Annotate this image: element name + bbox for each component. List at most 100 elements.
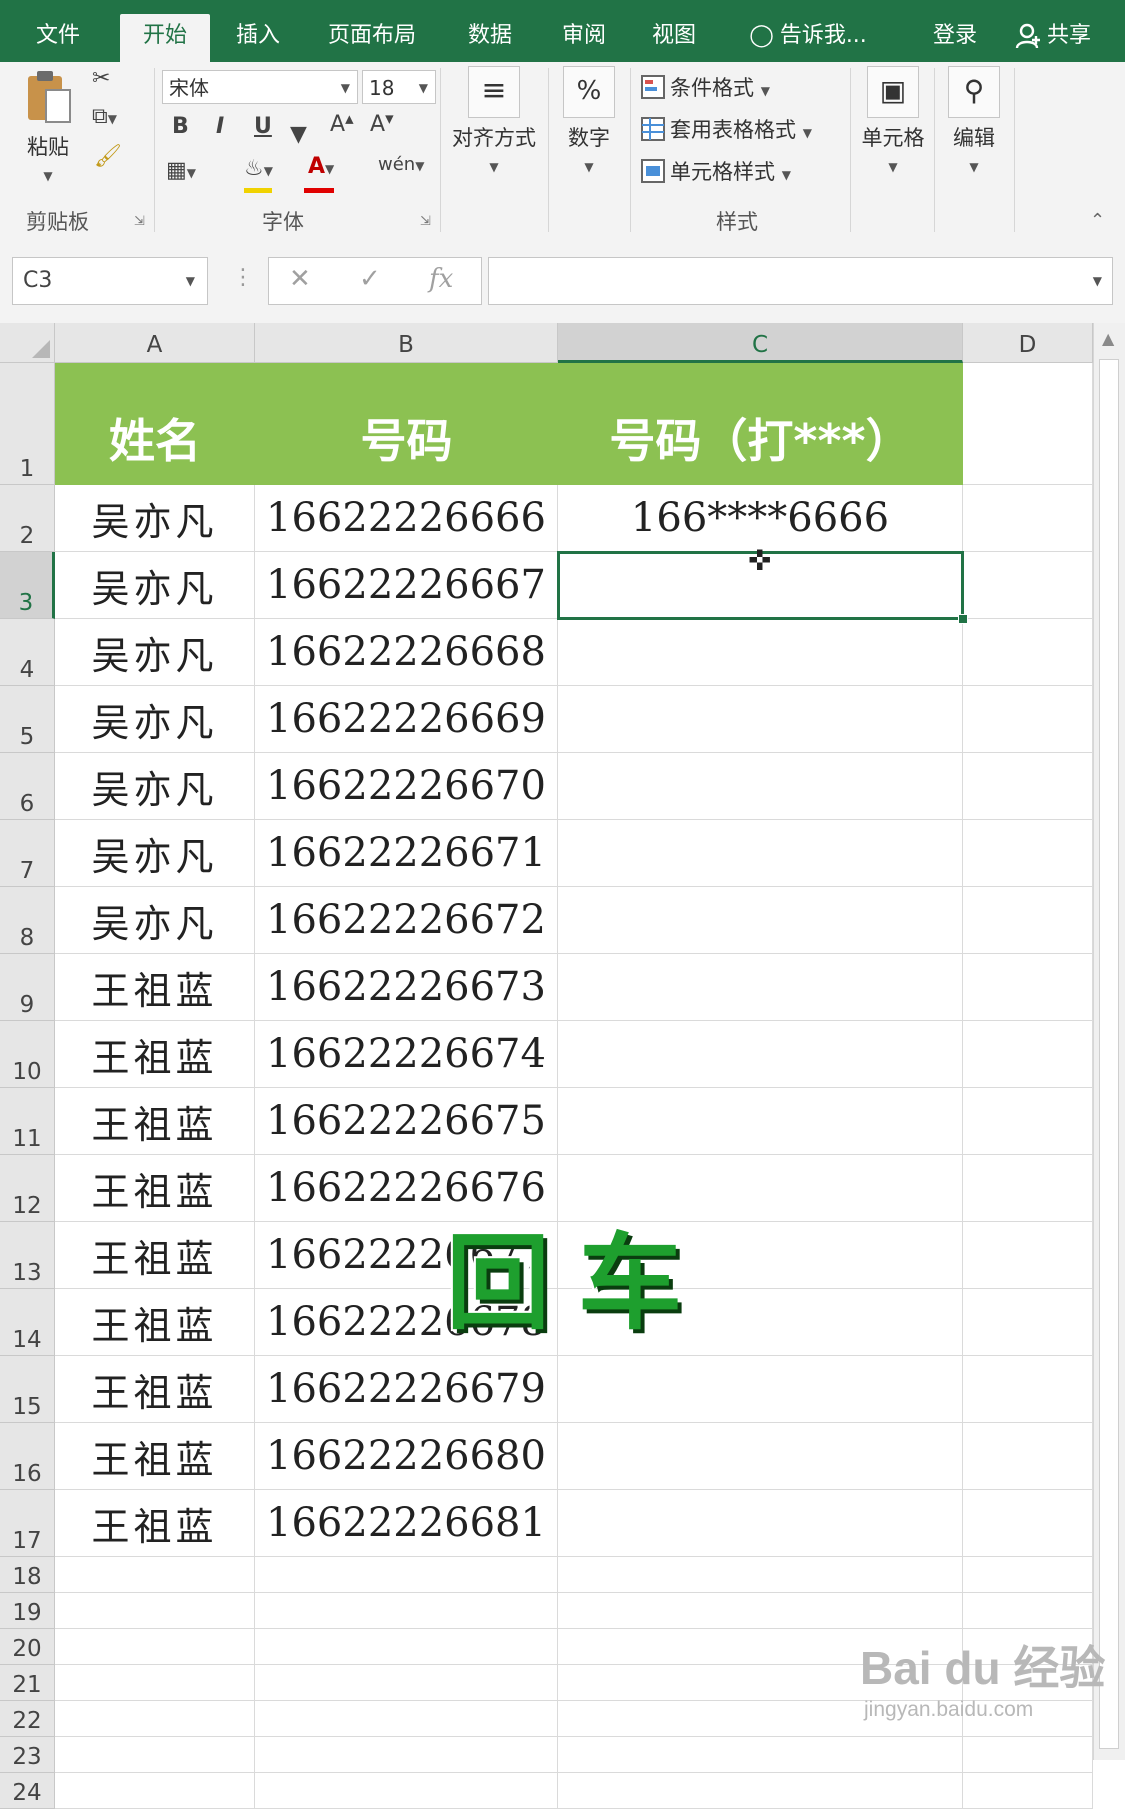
cell-d19[interactable] (963, 1593, 1093, 1629)
cell-b24[interactable] (255, 1773, 558, 1809)
cell-d23[interactable] (963, 1737, 1093, 1773)
cell-d3[interactable] (963, 552, 1093, 619)
row-header-14[interactable]: 14 (0, 1289, 55, 1356)
row-header-6[interactable]: 6 (0, 753, 55, 820)
cell-a20[interactable] (55, 1629, 255, 1665)
cell-c16[interactable] (558, 1423, 963, 1490)
cell-c9[interactable] (558, 954, 963, 1021)
cell-b1[interactable]: 号码 (255, 363, 558, 485)
cell-a14[interactable]: 王祖蓝 (55, 1289, 255, 1356)
italic-button[interactable]: I (216, 114, 224, 139)
cell-c6[interactable] (558, 753, 963, 820)
scroll-thumb[interactable] (1099, 359, 1119, 1749)
cell-a21[interactable] (55, 1665, 255, 1701)
vertical-scrollbar[interactable]: ▲ (1093, 323, 1125, 1760)
tell-me-search[interactable]: ◯ 告诉我... (738, 14, 878, 62)
row-header-8[interactable]: 8 (0, 887, 55, 954)
row-header-19[interactable]: 19 (0, 1593, 55, 1629)
cell-b18[interactable] (255, 1557, 558, 1593)
cell-b9[interactable]: 16622226673 (255, 954, 558, 1021)
cell-a6[interactable]: 吴亦凡 (55, 753, 255, 820)
row-header-4[interactable]: 4 (0, 619, 55, 686)
cell-b6[interactable]: 16622226670 (255, 753, 558, 820)
cell-a13[interactable]: 王祖蓝 (55, 1222, 255, 1289)
share-button[interactable]: 共享 (998, 14, 1108, 62)
cell-c5[interactable] (558, 686, 963, 753)
cells-button[interactable]: ▣ 单元格 ▼ (854, 66, 932, 176)
column-header-c[interactable]: C (558, 323, 963, 363)
tab-view[interactable]: 视图 (630, 14, 718, 62)
cell-a15[interactable]: 王祖蓝 (55, 1356, 255, 1423)
cell-a19[interactable] (55, 1593, 255, 1629)
cell-b3[interactable]: 16622226667 (255, 552, 558, 619)
row-header-2[interactable]: 2 (0, 485, 55, 552)
copy-icon[interactable]: ⧉▼ (92, 104, 117, 129)
cut-icon[interactable]: ✂ (92, 66, 110, 91)
cell-c15[interactable] (558, 1356, 963, 1423)
cell-b15[interactable]: 16622226679 (255, 1356, 558, 1423)
cell-a3[interactable]: 吴亦凡 (55, 552, 255, 619)
cell-d13[interactable] (963, 1222, 1093, 1289)
tab-review[interactable]: 审阅 (540, 14, 628, 62)
cell-c24[interactable] (558, 1773, 963, 1809)
select-all-corner[interactable] (0, 323, 55, 363)
insert-function-icon[interactable]: fx (429, 264, 453, 294)
tab-insert[interactable]: 插入 (218, 14, 298, 62)
cell-b5[interactable]: 16622226669 (255, 686, 558, 753)
scroll-up-icon[interactable]: ▲ (1102, 329, 1114, 348)
cell-d8[interactable] (963, 887, 1093, 954)
cell-d16[interactable] (963, 1423, 1093, 1490)
row-header-12[interactable]: 12 (0, 1155, 55, 1222)
cell-d6[interactable] (963, 753, 1093, 820)
cell-d15[interactable] (963, 1356, 1093, 1423)
grow-font-button[interactable]: A▲ (330, 112, 354, 137)
cell-d24[interactable] (963, 1773, 1093, 1809)
cell-d2[interactable] (963, 485, 1093, 552)
font-family-select[interactable]: 宋体 ▼ (162, 70, 358, 104)
cell-d14[interactable] (963, 1289, 1093, 1356)
cell-b8[interactable]: 16622226672 (255, 887, 558, 954)
cell-d17[interactable] (963, 1490, 1093, 1557)
row-header-22[interactable]: 22 (0, 1701, 55, 1737)
row-header-5[interactable]: 5 (0, 686, 55, 753)
cell-c23[interactable] (558, 1737, 963, 1773)
cell-c4[interactable] (558, 619, 963, 686)
formula-input[interactable]: ▼ (488, 257, 1113, 305)
login-link[interactable]: 登录 (920, 14, 990, 62)
number-format-button[interactable]: % 数字 ▼ (554, 66, 624, 176)
cell-c17[interactable] (558, 1490, 963, 1557)
conditional-formatting-button[interactable]: 条件格式 ▼ (640, 72, 770, 102)
tab-page-layout[interactable]: 页面布局 (316, 14, 428, 62)
row-header-10[interactable]: 10 (0, 1021, 55, 1088)
cell-c8[interactable] (558, 887, 963, 954)
cell-b19[interactable] (255, 1593, 558, 1629)
row-header-9[interactable]: 9 (0, 954, 55, 1021)
cell-c2[interactable]: 166****6666 (558, 485, 963, 552)
cell-c19[interactable] (558, 1593, 963, 1629)
row-header-24[interactable]: 24 (0, 1773, 55, 1809)
format-as-table-button[interactable]: 套用表格格式 ▼ (640, 114, 812, 144)
cell-b22[interactable] (255, 1701, 558, 1737)
cell-b11[interactable]: 16622226675 (255, 1088, 558, 1155)
cell-d7[interactable] (963, 820, 1093, 887)
cell-a10[interactable]: 王祖蓝 (55, 1021, 255, 1088)
editing-button[interactable]: ⚲ 编辑 ▼ (938, 66, 1010, 176)
confirm-icon[interactable]: ✓ (359, 264, 381, 294)
cell-c11[interactable] (558, 1088, 963, 1155)
cell-a8[interactable]: 吴亦凡 (55, 887, 255, 954)
cell-d18[interactable] (963, 1557, 1093, 1593)
font-size-select[interactable]: 18 ▼ (362, 70, 436, 104)
cell-b2[interactable]: 16622226666 (255, 485, 558, 552)
cell-b10[interactable]: 16622226674 (255, 1021, 558, 1088)
cell-c10[interactable] (558, 1021, 963, 1088)
name-box[interactable]: C3 ▼ (12, 257, 208, 305)
spreadsheet-grid[interactable]: ▲ A B C D 1 姓名 号码 号码（打***） 2 吴亦凡 16622226666 166***… (0, 323, 1125, 1809)
cell-a4[interactable]: 吴亦凡 (55, 619, 255, 686)
collapse-ribbon-icon[interactable]: ⌃ (1090, 210, 1105, 231)
cell-d4[interactable] (963, 619, 1093, 686)
underline-button[interactable]: U (254, 114, 272, 139)
cell-b16[interactable]: 16622226680 (255, 1423, 558, 1490)
cell-a24[interactable] (55, 1773, 255, 1809)
cell-a17[interactable]: 王祖蓝 (55, 1490, 255, 1557)
fill-color-icon[interactable]: ♨▼ (244, 156, 273, 181)
